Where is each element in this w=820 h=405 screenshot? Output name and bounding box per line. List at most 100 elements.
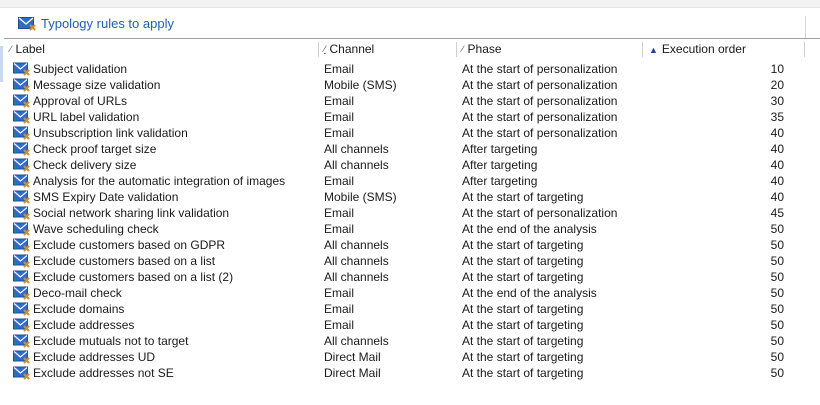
top-strip [0, 0, 820, 8]
rule-channel-cell: All channels [324, 254, 389, 268]
rule-order-cell: 45 [770, 206, 784, 220]
rule-label-cell: Check proof target size [33, 142, 157, 156]
table-row[interactable]: SMS Expiry Date validation Mobile (SMS) At… [4, 189, 820, 205]
typology-rule-icon [13, 174, 31, 188]
rule-label-cell: Exclude mutuals not to target [33, 334, 189, 348]
typology-rule-icon [13, 78, 31, 92]
rule-phase-cell: At the start of targeting [462, 366, 584, 380]
rule-order-cell: 20 [770, 78, 784, 92]
table-row[interactable]: Exclude customers based on GDPR All chann… [4, 237, 820, 253]
sort-ascending-icon: ▲ [649, 45, 658, 55]
rule-order-cell: 50 [770, 238, 784, 252]
rule-phase-cell: At the start of targeting [462, 334, 584, 348]
rule-channel-cell: All channels [324, 238, 389, 252]
rule-channel-cell: Email [324, 222, 355, 236]
rule-phase-cell: At the start of personalization [462, 110, 618, 124]
rule-phase-cell: At the start of personalization [462, 126, 618, 140]
table-row[interactable]: Deco-mail check Email At the end of the an… [4, 285, 820, 301]
table-row[interactable]: Exclude mutuals not to target All channel… [4, 333, 820, 349]
rule-phase-cell: At the end of the analysis [462, 286, 597, 300]
rule-label-cell: Unsubscription link validation [33, 126, 188, 140]
column-separator[interactable] [456, 42, 457, 57]
column-separator[interactable] [318, 42, 319, 57]
rules-table: ⁄ Label ⁄ Channel ⁄ Phase ▲ Execution order … [4, 38, 820, 405]
rule-order-cell: 40 [770, 174, 784, 188]
table-row[interactable]: Check proof target size All channels After… [4, 141, 820, 157]
rule-order-cell: 40 [770, 142, 784, 156]
typology-rule-icon [13, 110, 31, 124]
rule-channel-cell: Email [324, 318, 355, 332]
table-row[interactable]: Wave scheduling check Email At the end of … [4, 221, 820, 237]
table-row[interactable]: Check delivery size All channels After tar… [4, 157, 820, 173]
section-title[interactable]: Typology rules to apply [41, 16, 174, 31]
rule-phase-cell: At the end of the analysis [462, 222, 597, 236]
typology-rule-icon [13, 318, 31, 332]
table-row[interactable]: URL label validation Email At the start of… [4, 109, 820, 125]
table-body: Subject validation Email At the start of p… [4, 61, 820, 381]
rule-label-cell: Social network sharing link validation [33, 206, 230, 220]
table-row[interactable]: Unsubscription link validation Email At th… [4, 125, 820, 141]
table-row[interactable]: Exclude customers based on a list All cha… [4, 253, 820, 269]
column-separator[interactable] [804, 42, 805, 57]
table-row[interactable]: Message size validation Mobile (SMS) At th… [4, 77, 820, 93]
rule-channel-cell: Mobile (SMS) [324, 78, 397, 92]
sort-indicator-icon: ⁄ [462, 44, 464, 54]
table-row[interactable]: Subject validation Email At the start of p… [4, 61, 820, 77]
column-header-phase[interactable]: ⁄ Phase [462, 39, 502, 60]
table-row[interactable]: Social network sharing link validation Em… [4, 205, 820, 221]
rule-label-cell: Exclude customers based on a list [33, 254, 216, 268]
rule-phase-cell: At the start of targeting [462, 318, 584, 332]
rule-channel-cell: Mobile (SMS) [324, 190, 397, 204]
rule-channel-cell: Email [324, 126, 355, 140]
table-row[interactable]: Analysis for the automatic integration o… [4, 173, 820, 189]
rule-order-cell: 35 [770, 110, 784, 124]
typology-rule-icon [13, 190, 31, 204]
typology-rule-icon [13, 366, 31, 380]
typology-rule-icon [13, 254, 31, 268]
rule-label-cell: Wave scheduling check [33, 222, 159, 236]
rule-channel-cell: Direct Mail [324, 350, 381, 364]
rule-channel-cell: Email [324, 206, 355, 220]
rule-label-cell: Approval of URLs [33, 94, 128, 108]
rule-phase-cell: After targeting [462, 174, 538, 188]
typology-rule-icon [13, 270, 31, 284]
rule-label-cell: Exclude customers based on a list (2) [33, 270, 234, 284]
table-row[interactable]: Exclude addresses not SE Direct Mail At th… [4, 365, 820, 381]
rule-order-cell: 50 [770, 366, 784, 380]
rule-label-cell: SMS Expiry Date validation [33, 190, 179, 204]
rule-phase-cell: At the start of targeting [462, 254, 584, 268]
rule-phase-cell: At the start of targeting [462, 190, 584, 204]
rule-order-cell: 40 [770, 126, 784, 140]
rule-phase-cell: At the start of targeting [462, 302, 584, 316]
rule-phase-cell: After targeting [462, 158, 538, 172]
table-row[interactable]: Approval of URLs Email At the start of per… [4, 93, 820, 109]
column-header-label[interactable]: ⁄ Label [10, 39, 45, 60]
rule-order-cell: 40 [770, 158, 784, 172]
rule-channel-cell: All channels [324, 270, 389, 284]
column-header-channel[interactable]: ⁄ Channel [324, 39, 374, 60]
typology-rule-icon [13, 222, 31, 236]
table-header: ⁄ Label ⁄ Channel ⁄ Phase ▲ Execution order [4, 39, 820, 61]
rule-label-cell: URL label validation [33, 110, 140, 124]
rule-label-cell: Exclude addresses not SE [33, 366, 174, 380]
column-header-order[interactable]: ▲ Execution order [649, 39, 746, 60]
table-row[interactable]: Exclude customers based on a list (2) All… [4, 269, 820, 285]
table-row[interactable]: Exclude addresses Email At the start of ta… [4, 317, 820, 333]
rule-phase-cell: At the start of personalization [462, 206, 618, 220]
column-separator[interactable] [642, 42, 643, 57]
typology-rule-icon [13, 238, 31, 252]
rule-channel-cell: Email [324, 94, 355, 108]
table-row[interactable]: Exclude addresses UD Direct Mail At the st… [4, 349, 820, 365]
table-row[interactable]: Exclude domains Email At the start of targ… [4, 301, 820, 317]
typology-rule-icon [13, 62, 31, 76]
rule-order-cell: 50 [770, 270, 784, 284]
rule-label-cell: Check delivery size [33, 158, 137, 172]
rule-label-cell: Deco-mail check [33, 286, 122, 300]
rule-order-cell: 50 [770, 254, 784, 268]
typology-rule-icon [13, 302, 31, 316]
typology-rules-link[interactable]: Typology rules to apply [18, 13, 174, 33]
rule-phase-cell: At the start of personalization [462, 78, 618, 92]
rule-label-cell: Exclude customers based on GDPR [33, 238, 226, 252]
rule-order-cell: 10 [770, 62, 784, 76]
rule-label-cell: Exclude addresses UD [33, 350, 156, 364]
